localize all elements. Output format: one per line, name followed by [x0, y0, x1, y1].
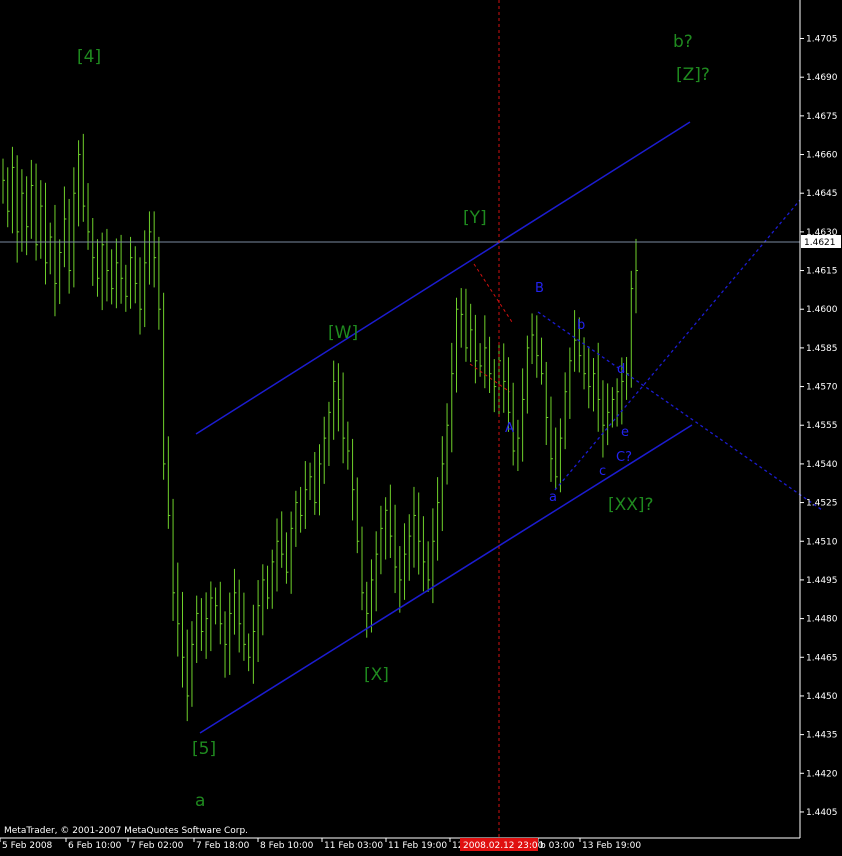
price-tick-label: 1.4465 — [806, 653, 838, 663]
wave-label-z: [Z]? — [676, 65, 710, 85]
time-tick-label: b 03:00 — [540, 841, 575, 851]
time-tick-label: 7 Feb 02:00 — [130, 841, 184, 851]
price-tick-label: 1.4705 — [806, 35, 838, 45]
price-tick-label: 1.4645 — [806, 189, 838, 199]
price-tick-label: 1.4405 — [806, 808, 838, 818]
time-tick-label: 7 Feb 18:00 — [196, 841, 250, 851]
current-price-label: 1.4621 — [804, 238, 836, 248]
copyright-text: MetaTrader, © 2001-2007 MetaQuotes Softw… — [4, 826, 248, 836]
price-tick-label: 1.4585 — [806, 344, 838, 354]
price-tick-label: 1.4435 — [806, 731, 838, 741]
wave-label-4: [4] — [77, 47, 101, 67]
price-tick-label: 1.4540 — [806, 460, 838, 470]
wave-label-c-minor: c — [599, 464, 606, 479]
price-tick-label: 1.4570 — [806, 383, 838, 393]
wave-label-d-minor: d — [617, 362, 625, 377]
cursor-time-label: 2008.02.12 23:00 — [463, 841, 544, 851]
wave-label-a-minor: a — [549, 490, 557, 505]
wave-label-xx: [XX]? — [608, 495, 654, 515]
wave-label-y: [Y] — [463, 208, 487, 228]
price-tick-label: 1.4555 — [806, 421, 838, 431]
forex-chart[interactable]: 1.47051.46901.46751.46601.46451.46301.46… — [0, 0, 842, 856]
time-tick-label: 11 Feb 03:00 — [324, 841, 383, 851]
wave-label-e-minor: e — [621, 425, 629, 440]
price-tick-label: 1.4420 — [806, 769, 838, 779]
time-tick-label: 5 Feb 2008 — [2, 841, 53, 851]
time-tick-label: 8 Feb 10:00 — [260, 841, 314, 851]
price-axis: 1.47051.46901.46751.46601.46451.46301.46… — [800, 35, 838, 818]
price-tick-label: 1.4675 — [806, 112, 838, 122]
wave-label-A: A — [505, 421, 514, 436]
price-tick-label: 1.4450 — [806, 692, 838, 702]
wave-label-b-minor: b — [577, 318, 585, 333]
wave-label-b-major: b? — [673, 32, 693, 52]
wave-label-w: [W] — [328, 323, 358, 343]
time-tick-label: 13 Feb 19:00 — [582, 841, 641, 851]
price-tick-label: 1.4495 — [806, 576, 838, 586]
wave-label-a-major: a — [195, 791, 205, 811]
price-tick-label: 1.4690 — [806, 73, 838, 83]
price-tick-label: 1.4615 — [806, 267, 838, 277]
wave-label-5: [5] — [192, 739, 216, 759]
time-tick-label: 6 Feb 10:00 — [68, 841, 122, 851]
chart-background — [0, 0, 842, 856]
price-tick-label: 1.4480 — [806, 615, 838, 625]
time-tick-label: 11 Feb 19:00 — [388, 841, 447, 851]
wave-label-x: [X] — [364, 665, 389, 685]
price-tick-label: 1.4510 — [806, 537, 838, 547]
wave-label-B: B — [535, 281, 544, 296]
wave-label-C: C? — [616, 450, 632, 465]
price-tick-label: 1.4600 — [806, 305, 838, 315]
price-tick-label: 1.4525 — [806, 499, 838, 509]
price-tick-label: 1.4660 — [806, 151, 838, 161]
